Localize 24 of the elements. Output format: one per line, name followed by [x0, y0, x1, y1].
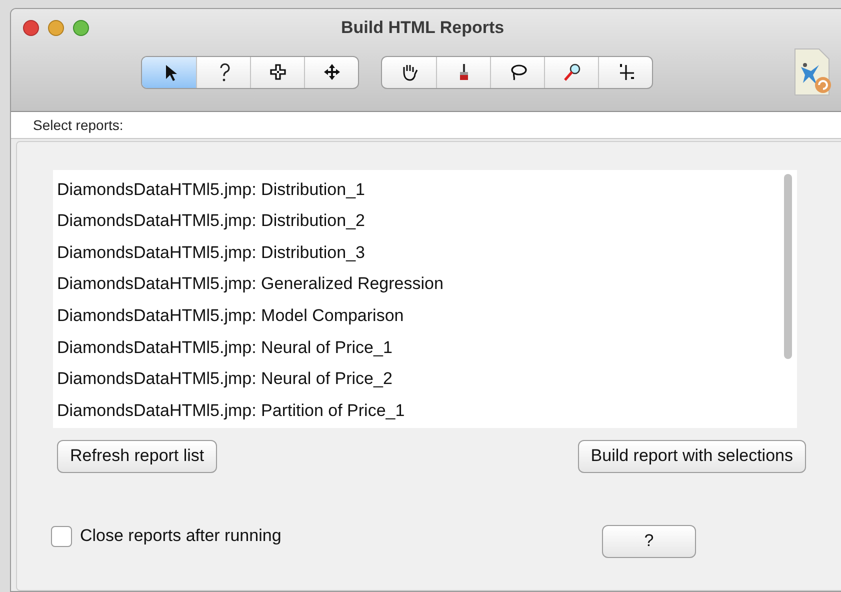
report-item[interactable]: DiamondsDataHTMl5.jmp: Partition of Price_1 — [53, 394, 779, 426]
scroll-thumb[interactable] — [784, 174, 792, 359]
report-item[interactable]: DiamondsDataHTMl5.jmp: Neural of Price_1 — [53, 332, 779, 364]
move-arrows-icon — [322, 62, 342, 82]
build-report-button[interactable]: Build report with selections — [578, 440, 806, 473]
checkbox-label[interactable]: Close reports after running — [80, 523, 480, 549]
report-item[interactable]: DiamondsDataHTMl5.jmp: Neural of Price_2 — [53, 363, 779, 395]
close-button[interactable] — [23, 20, 39, 36]
help-button[interactable]: ? — [602, 524, 696, 558]
magnifier-icon — [562, 62, 582, 82]
refresh-button[interactable]: Refresh report list — [57, 440, 218, 473]
minimize-button[interactable] — [48, 20, 64, 36]
arrow-tool-button[interactable] — [142, 56, 196, 88]
report-item[interactable]: DiamondsDataHTMl5.jmp: Distribution_1 — [53, 174, 779, 206]
report-item[interactable]: DiamondsDataHTMl5.jmp: Generalized Regression — [53, 268, 779, 300]
window-title: Build HTML Reports — [341, 17, 504, 40]
checkbox[interactable] — [51, 526, 72, 547]
crosshair-icon — [268, 62, 288, 82]
report-list[interactable] — [53, 170, 797, 428]
zoom-button[interactable] — [73, 20, 89, 36]
report-item[interactable]: DiamondsDataHTMl5.jmp: Distribution_2 — [53, 205, 779, 237]
report-item[interactable]: DiamondsDataHTMl5.jmp: Distribution_3 — [53, 236, 779, 268]
report-item[interactable]: DiamondsDataHTMl5.jmp: Model Comparison — [53, 300, 779, 332]
section-label: Select reports: — [33, 116, 124, 135]
